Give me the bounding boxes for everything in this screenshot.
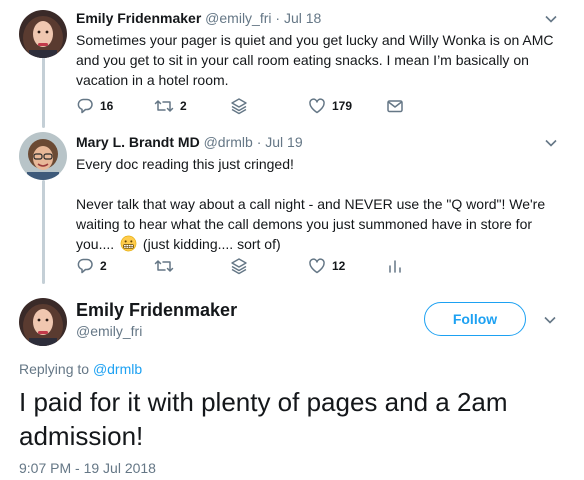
replying-to-label: Replying to: [19, 361, 90, 377]
replying-to: Replying to @drmlb: [19, 361, 142, 377]
tweet-emily: Emily Fridenmaker @emily_fri · Jul 18 So…: [0, 0, 584, 120]
tweet-text: Sometimes your pager is quiet and you ge…: [76, 30, 556, 90]
follow-button[interactable]: Follow: [424, 302, 526, 336]
analytics-button[interactable]: [386, 256, 404, 276]
tweet-text-line: and you get to sit in your call room eat…: [76, 52, 529, 68]
avatar[interactable]: [19, 10, 67, 58]
tweet-header: Emily Fridenmaker @emily_fri · Jul 18: [76, 10, 321, 26]
retweet-button[interactable]: 2: [154, 96, 187, 116]
tweet-text: Every doc reading this just cringed! Nev…: [76, 154, 556, 254]
tweet-mary: Mary L. Brandt MD @drmlb · Jul 19 Every …: [0, 124, 584, 294]
author-name[interactable]: Emily Fridenmaker: [76, 300, 237, 321]
stack-button[interactable]: [230, 96, 248, 116]
author-name[interactable]: Emily Fridenmaker: [76, 10, 201, 26]
tweet-text-segment: (just kidding.... sort of): [142, 236, 281, 252]
reply-count: 16: [100, 99, 114, 113]
stack-icon: [231, 98, 247, 115]
author-handle[interactable]: @drmlb: [204, 134, 253, 150]
tweet-text-line: Never talk that way about a call night -…: [76, 196, 546, 212]
stack-button[interactable]: [230, 256, 248, 276]
tweet-date[interactable]: Jul 18: [284, 10, 321, 26]
chevron-down-icon[interactable]: [543, 313, 557, 327]
tweet-text-line: admission!: [19, 421, 144, 451]
author-name[interactable]: Mary L. Brandt MD: [76, 134, 200, 150]
reply-button[interactable]: 16: [76, 96, 113, 116]
retweet-button[interactable]: [154, 256, 174, 276]
analytics-icon: [389, 260, 401, 273]
heart-icon: [309, 98, 325, 114]
like-button[interactable]: 179: [308, 96, 352, 116]
dm-button[interactable]: [386, 96, 404, 116]
tweet-actions: 2 12: [76, 256, 556, 276]
tweet-header: Mary L. Brandt MD @drmlb · Jul 19: [76, 134, 303, 150]
tweet-text-line: vacation in a hotel room.: [76, 72, 229, 88]
author-handle[interactable]: @emily_fri: [205, 10, 271, 26]
avatar[interactable]: [19, 298, 67, 346]
tweet-text-segment: you....: [76, 236, 115, 252]
reply-icon: [77, 98, 93, 114]
tweet-actions: 16 2 179: [76, 96, 556, 116]
reply-button[interactable]: 2: [76, 256, 107, 276]
replying-to-link[interactable]: @drmlb: [93, 361, 142, 377]
like-button[interactable]: 12: [308, 256, 345, 276]
separator-dot: ·: [275, 10, 281, 26]
like-count: 179: [332, 99, 353, 113]
tweet-text-line: I paid for it with plenty of pages and a…: [19, 387, 508, 417]
retweet-count: 2: [180, 99, 187, 113]
tweet-text-line: Every doc reading this just cringed!: [76, 156, 294, 172]
tweet-date[interactable]: Jul 19: [265, 134, 302, 150]
like-count: 12: [332, 259, 346, 273]
tweet-text-line: waiting to hear what the call demons you…: [76, 216, 533, 232]
heart-icon: [309, 258, 325, 274]
tweet-text-line: you.... (just kidding.... sort of): [76, 234, 556, 254]
main-tweet-text: I paid for it with plenty of pages and a…: [19, 385, 569, 453]
grimace-emoji: [120, 235, 137, 252]
chevron-down-icon[interactable]: [544, 136, 558, 150]
chevron-down-icon[interactable]: [544, 12, 558, 26]
avatar[interactable]: [19, 132, 67, 180]
author-handle[interactable]: @emily_fri: [76, 323, 142, 339]
stack-icon: [231, 258, 247, 275]
reply-icon: [77, 258, 93, 274]
reply-count: 2: [100, 259, 107, 273]
retweet-icon: [154, 260, 174, 272]
tweet-timestamp[interactable]: 9:07 PM - 19 Jul 2018: [19, 460, 156, 476]
separator-dot: ·: [256, 134, 262, 150]
retweet-icon: [154, 100, 174, 112]
tweet-text-line: Sometimes your pager is quiet and you ge…: [76, 32, 554, 48]
dm-icon: [387, 100, 403, 113]
